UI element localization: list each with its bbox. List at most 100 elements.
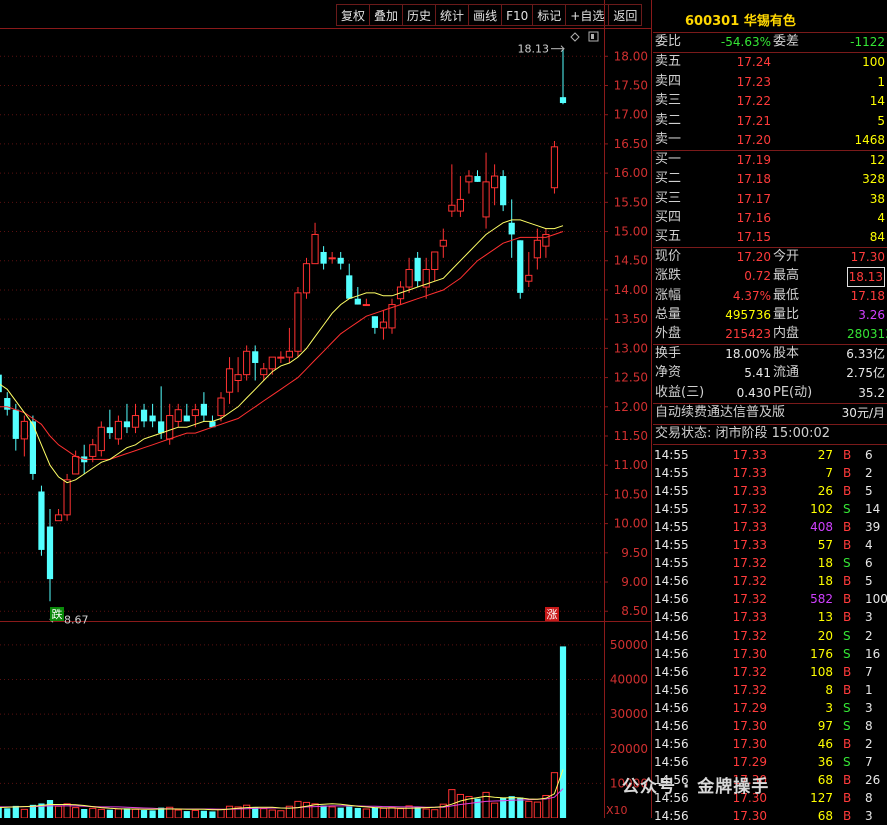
trade-time: 14:56 bbox=[654, 664, 689, 679]
trade-row: 14:55 17.33 27 B 6 bbox=[653, 446, 887, 464]
trade-time: 14:55 bbox=[654, 466, 689, 481]
trade-price: 17.32 bbox=[732, 574, 767, 589]
bid-label: 买四 bbox=[655, 209, 682, 225]
candle-body-down bbox=[149, 415, 156, 422]
candle-body-up bbox=[217, 397, 225, 417]
trade-time: 14:56 bbox=[654, 718, 689, 733]
candle-body-up bbox=[550, 146, 559, 189]
price-tick-label: 9.50 bbox=[621, 546, 648, 560]
ask-row: 卖一 17.20 1468 bbox=[653, 131, 887, 149]
kline-chart-area[interactable]: 18.00 17.50 17.00 16.50 16.00 15.50 15.00 14.50… bbox=[0, 0, 652, 818]
panel-divider bbox=[653, 444, 887, 445]
candle-body-up bbox=[166, 415, 174, 440]
volume-bar-up bbox=[328, 806, 336, 818]
trade-side: B bbox=[843, 520, 852, 535]
fin-row: 收益(三) 0.430 PE(动) 35.2 bbox=[653, 384, 887, 402]
trade-row: 14:55 17.33 26 B 5 bbox=[653, 482, 887, 500]
ask-label: 卖四 bbox=[655, 73, 682, 89]
trade-count: 1 bbox=[865, 682, 873, 697]
trade-count: 2 bbox=[865, 466, 873, 481]
trade-side: B bbox=[843, 772, 852, 787]
bid-vol: 328 bbox=[862, 172, 885, 187]
bid-price: 17.16 bbox=[736, 210, 771, 225]
fin-value: 0.430 bbox=[736, 385, 771, 400]
price-tick-label: 13.00 bbox=[614, 341, 648, 355]
toolbar-item-1[interactable]: 叠加 bbox=[370, 4, 404, 26]
trade-row: 14:56 17.32 108 B 7 bbox=[653, 663, 887, 681]
toolbar-item-5[interactable]: F10 bbox=[502, 4, 534, 26]
diamond-icon bbox=[570, 32, 580, 42]
quote-label: 涨跌 bbox=[655, 268, 682, 284]
volume-bar-up bbox=[396, 808, 405, 818]
quote-value: 215423 bbox=[725, 327, 771, 342]
trade-row: 14:56 17.32 8 B 1 bbox=[653, 681, 887, 699]
trade-time: 14:55 bbox=[654, 556, 689, 571]
ask-label: 卖五 bbox=[655, 54, 682, 69]
trade-time: 14:56 bbox=[654, 610, 689, 625]
promo-price: 30元/月 bbox=[841, 406, 885, 420]
trade-vol: 20 bbox=[817, 628, 833, 643]
ask-vol: 100 bbox=[862, 55, 885, 69]
trade-price: 17.29 bbox=[732, 700, 767, 715]
toolbar-item-6[interactable]: 标记 bbox=[533, 4, 567, 26]
bid-price: 17.19 bbox=[736, 153, 771, 167]
trade-side: B bbox=[843, 790, 852, 805]
quote-row: 外盘 215423内盘 280313 bbox=[653, 325, 887, 343]
quote-label: 最高 bbox=[773, 268, 800, 284]
quote-value: 4.37% bbox=[732, 288, 771, 303]
ma-line-fast bbox=[0, 219, 564, 484]
bid-label: 买三 bbox=[655, 190, 682, 206]
toolbar-item-7[interactable]: +自选 bbox=[566, 4, 610, 26]
volume-bar-up bbox=[379, 807, 388, 818]
trade-vol: 18 bbox=[817, 556, 833, 571]
volume-bar-up bbox=[225, 805, 234, 818]
quote-value: 0.72 bbox=[744, 269, 771, 284]
trade-time: 14:56 bbox=[654, 592, 689, 607]
fin-label: 收益(三) bbox=[655, 384, 705, 400]
toolbar-item-4[interactable]: 画线 bbox=[469, 4, 503, 26]
trade-price: 17.30 bbox=[732, 718, 767, 733]
bid-row: 买二 17.18 328 bbox=[653, 170, 887, 188]
quote-value: 3.26 bbox=[858, 307, 885, 322]
trade-row: 14:56 17.29 36 S 7 bbox=[653, 753, 887, 771]
toolbar-item-2[interactable]: 历史 bbox=[403, 4, 437, 26]
candle-body-down bbox=[140, 409, 148, 422]
bid-row: 买五 17.15 84 bbox=[653, 228, 887, 246]
trade-count: 6 bbox=[865, 556, 873, 571]
volume-bar-up bbox=[456, 793, 464, 818]
candle-body-down bbox=[337, 257, 344, 264]
trade-count: 7 bbox=[865, 754, 873, 769]
toolbar-item-3[interactable]: 统计 bbox=[436, 4, 470, 26]
candle-body-up bbox=[439, 239, 447, 247]
watermark: 公众号 · 金牌操手 bbox=[622, 772, 769, 797]
trade-vol: 68 bbox=[817, 772, 833, 787]
volume-bar-up bbox=[405, 805, 413, 818]
volume-bar-up bbox=[217, 808, 225, 818]
quote-value: 17.20 bbox=[736, 250, 771, 264]
price-tick-label: 8.50 bbox=[621, 604, 648, 618]
bid-label: 买五 bbox=[655, 229, 682, 245]
toolbar-item-8[interactable]: 返回 bbox=[609, 4, 643, 26]
trade-side: S bbox=[843, 700, 851, 715]
trade-count: 2 bbox=[865, 736, 873, 751]
window-icon-inner bbox=[591, 34, 594, 39]
trade-side: B bbox=[843, 484, 852, 499]
price-tick-label: 18.00 bbox=[614, 49, 648, 63]
ask-price: 17.21 bbox=[736, 113, 771, 128]
fin-label: 净资 bbox=[655, 365, 682, 381]
trade-price: 17.30 bbox=[732, 809, 767, 823]
candle-body-up bbox=[243, 350, 251, 376]
candle-body-up bbox=[379, 321, 388, 329]
candle-body-up bbox=[225, 368, 234, 393]
weibi-row: 委比 -54.63% 委差 -1122 bbox=[653, 33, 887, 51]
candle-body-down bbox=[517, 240, 524, 293]
volume-bar-up bbox=[191, 809, 199, 818]
limit-down-tag: 跌 bbox=[52, 607, 63, 621]
trade-side: B bbox=[843, 538, 852, 553]
volume-bar-down bbox=[183, 811, 190, 818]
candle-body-up bbox=[20, 420, 28, 440]
volume-unit-label: X10 bbox=[606, 804, 628, 817]
quote-label: 最低 bbox=[773, 287, 800, 303]
quote-row: 现价 17.20 今开 17.30 bbox=[653, 248, 887, 266]
toolbar-item-0[interactable]: 复权 bbox=[336, 4, 371, 26]
